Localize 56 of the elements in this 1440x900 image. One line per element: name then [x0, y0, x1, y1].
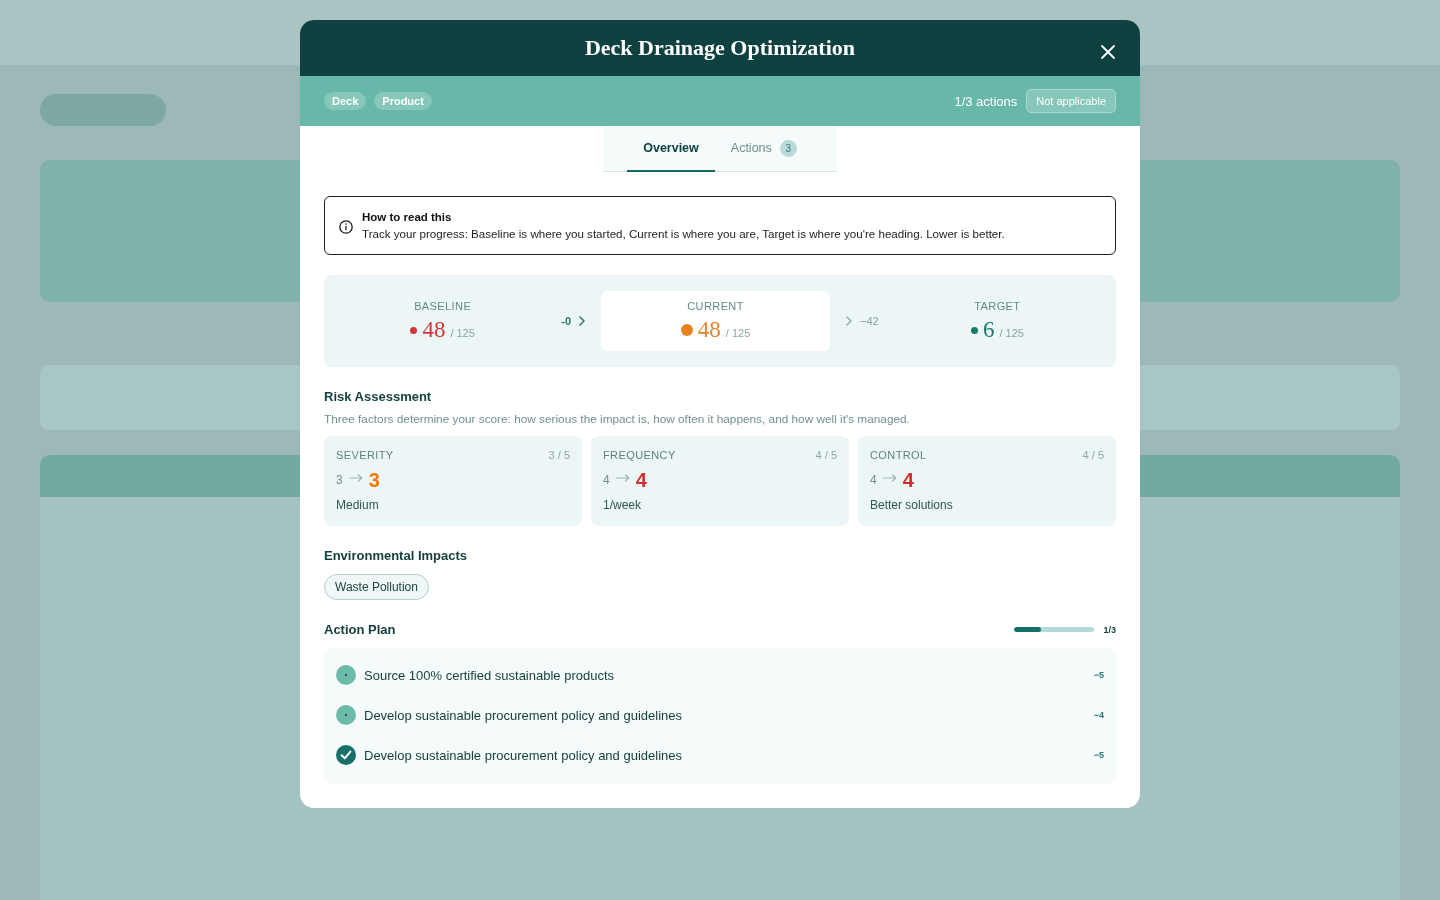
- info-title: How to read this: [362, 211, 452, 223]
- factor-note: 1/week: [603, 498, 642, 512]
- actions-count: 1/3 actions: [954, 93, 1018, 109]
- factor-note: Medium: [336, 498, 379, 512]
- chevron-right-icon: [846, 316, 853, 326]
- factor-score: 4 / 5: [1082, 449, 1104, 461]
- factor-label: CONTROL: [870, 449, 927, 461]
- action-text: Develop sustainable procurement policy and guidelines: [364, 747, 682, 763]
- action-points: −5: [1093, 750, 1104, 760]
- check-icon[interactable]: [336, 745, 356, 765]
- info-text: Track your progress: Baseline is where you started, Current is where you are, Target is where you're heading. Lower is better.: [362, 227, 1005, 240]
- action-text: Develop sustainable procurement policy and guidelines: [364, 707, 682, 723]
- factor-to-value: 4: [635, 468, 647, 492]
- score-value: 6: [982, 318, 995, 342]
- action-text: Source 100% certified sustainable products: [364, 667, 615, 683]
- section-heading: Risk Assessment: [324, 389, 432, 404]
- factor-to-value: 4: [902, 468, 914, 492]
- factor-note: Better solutions: [870, 498, 953, 512]
- chevron-right-icon: [579, 316, 586, 326]
- arrow-right-icon: [615, 474, 630, 482]
- section-heading: Action Plan: [324, 622, 396, 637]
- close-button[interactable]: [1100, 44, 1116, 60]
- score-max: / 125: [725, 327, 751, 339]
- count-badge: 3: [779, 139, 797, 157]
- progress-text: 1/3: [1103, 624, 1116, 635]
- factor-from-value: 3: [336, 473, 343, 487]
- score-value: 48: [422, 318, 446, 342]
- score-max: / 125: [999, 327, 1024, 339]
- arrow-right-icon: [348, 474, 363, 482]
- factor-from-value: 4: [870, 473, 877, 487]
- score-delta: -0: [561, 315, 572, 327]
- score-label: TARGET: [974, 300, 1021, 312]
- score-label: CURRENT: [687, 300, 744, 312]
- category-tag: Deck: [324, 92, 367, 110]
- factor-from-value: 4: [603, 473, 610, 487]
- factor-score: 3 / 5: [548, 449, 570, 461]
- modal-title: Deck Drainage Optimization: [584, 35, 856, 61]
- section-description: Three factors determine your score: how serious the impact is, how often it happens, and how well it's managed.: [324, 412, 910, 426]
- score-value: 48: [697, 318, 721, 342]
- factor-score: 4 / 5: [815, 449, 837, 461]
- score-delta: −42: [860, 315, 879, 327]
- score-label: BASELINE: [414, 300, 472, 312]
- factor-to-value: 3: [368, 468, 380, 492]
- action-points: −5: [1093, 670, 1104, 680]
- impact-chip: Waste Pollution: [324, 574, 429, 600]
- score-max: / 125: [450, 327, 475, 339]
- factor-label: FREQUENCY: [603, 449, 676, 461]
- tab[interactable]: Overview: [627, 126, 715, 172]
- category-tag: Product: [374, 92, 432, 110]
- factor-label: SEVERITY: [336, 449, 394, 461]
- info-icon: [339, 220, 353, 234]
- arrow-right-icon: [882, 474, 897, 482]
- tab[interactable]: Actions 3: [714, 126, 813, 172]
- section-heading: Environmental Impacts: [324, 548, 468, 563]
- close-icon: [1101, 45, 1115, 59]
- action-points: −4: [1093, 710, 1104, 720]
